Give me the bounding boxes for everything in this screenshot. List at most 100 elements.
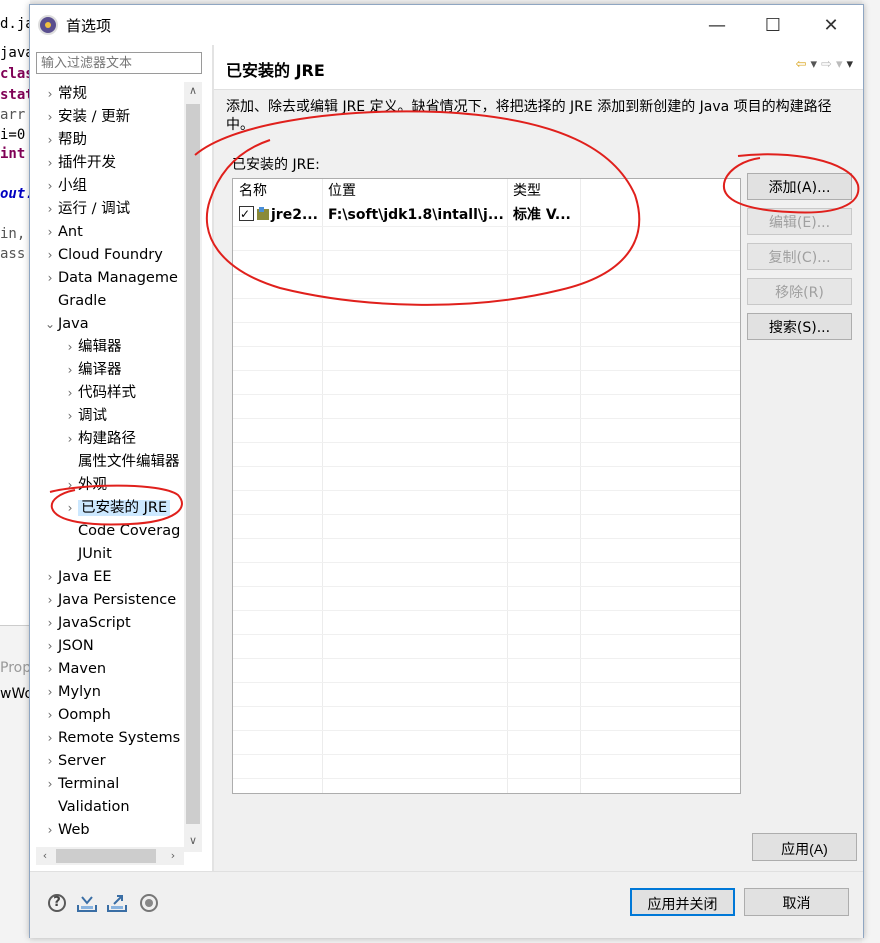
tree-item[interactable]: › 编译器 [62,359,122,382]
tree-item[interactable]: Gradle [42,290,106,313]
tree-item[interactable]: › 外观 [62,474,107,497]
tree-item[interactable]: › JavaScript [42,612,131,635]
chevron-right-icon[interactable]: › [42,267,58,290]
chevron-right-icon[interactable]: › [42,244,58,267]
tree-item[interactable]: › 常规 [42,83,87,106]
tree-item[interactable]: › 小组 [42,175,87,198]
forward-arrow-icon[interactable]: ⇨ [821,57,832,72]
tree-item[interactable]: › Server [42,750,106,773]
tree-item[interactable]: › Mylyn [42,681,101,704]
tree-item[interactable]: › 调试 [62,405,107,428]
scroll-thumb[interactable] [186,104,200,824]
jre-table[interactable]: 名称 位置 类型 jre2... F:\soft\jdk1.8\intall\j… [232,178,741,794]
maximize-button[interactable]: ☐ [750,5,796,45]
chevron-right-icon[interactable]: › [42,566,58,589]
chevron-right-icon[interactable]: › [42,106,58,129]
copy-button[interactable]: 复制(C)... [747,243,852,270]
chevron-down-icon[interactable]: ⌄ [42,313,58,336]
tree-item[interactable]: › 已安装的 JRE [62,497,171,520]
tree-item[interactable]: › JSON [42,635,94,658]
tree-item[interactable]: 属性文件编辑器 [62,451,180,474]
search-button[interactable]: 搜索(S)... [747,313,852,340]
table-row-line [233,299,740,323]
column-header-location[interactable]: 位置 [322,179,507,203]
chevron-right-icon[interactable]: › [42,658,58,681]
chevron-right-icon[interactable]: › [42,727,58,750]
tree-item[interactable]: › 插件开发 [42,152,116,175]
jre-location[interactable]: F:\soft\jdk1.8\intall\j... [322,203,507,227]
chevron-right-icon[interactable]: › [62,382,78,405]
chevron-right-icon[interactable]: › [42,221,58,244]
apply-button[interactable]: 应用(A) [752,833,857,861]
apply-and-close-button[interactable]: 应用并关闭 [630,888,735,916]
tree-item[interactable]: › Java EE [42,566,112,589]
chevron-right-icon[interactable]: › [42,681,58,704]
back-menu-icon[interactable]: ▾ [811,57,818,72]
scroll-up-icon[interactable]: ∧ [184,82,202,100]
forward-menu-icon[interactable]: ▾ [836,57,843,72]
tree-item[interactable]: › Java Persistence [42,589,177,612]
tree-item[interactable]: › Oomph [42,704,111,727]
tree-item[interactable]: › Terminal [42,773,120,796]
filter-input[interactable] [36,52,202,74]
chevron-right-icon[interactable]: › [42,750,58,773]
tree-item[interactable]: Validation [42,796,130,819]
chevron-right-icon[interactable]: › [42,819,58,842]
edit-button[interactable]: 编辑(E)... [747,208,852,235]
chevron-right-icon[interactable]: › [42,635,58,658]
chevron-right-icon[interactable]: › [42,612,58,635]
chevron-right-icon[interactable]: › [42,175,58,198]
chevron-right-icon[interactable]: › [62,359,78,382]
scroll-down-icon[interactable]: ∨ [184,832,202,850]
column-header-name[interactable]: 名称 [233,179,322,203]
tree-item[interactable]: › 构建路径 [62,428,136,451]
export-icon[interactable] [106,892,128,914]
scroll-left-icon[interactable]: ‹ [36,847,54,865]
cancel-button[interactable]: 取消 [744,888,849,916]
import-icon[interactable] [76,892,98,914]
table-row[interactable]: jre2... [233,203,322,227]
tree-item[interactable]: › 编辑器 [62,336,122,359]
chevron-right-icon[interactable]: › [42,704,58,727]
hscroll-thumb[interactable] [56,849,156,863]
minimize-button[interactable]: — [694,5,740,45]
jre-checkbox[interactable] [239,203,254,226]
tree-item[interactable]: › Ant [42,221,83,244]
tree-item[interactable]: › Data Manageme [42,267,178,290]
tree-item[interactable]: › 帮助 [42,129,87,152]
tree-item[interactable]: › Web [42,819,90,842]
tree-item[interactable]: ⌄ Java [42,313,89,336]
tree-item[interactable]: › Maven [42,658,107,681]
chevron-right-icon[interactable]: › [62,474,78,497]
chevron-right-icon[interactable]: › [42,773,58,796]
tree-item[interactable]: › 代码样式 [62,382,136,405]
dialog-footer: ? 应用并关闭 取消 [30,871,863,938]
chevron-right-icon[interactable]: › [42,83,58,106]
close-button[interactable]: ✕ [808,5,854,45]
tree-item[interactable]: Code Coverag [62,520,180,543]
chevron-right-icon[interactable]: › [42,152,58,175]
view-menu-icon[interactable]: ▾ [846,57,853,72]
tree-horizontal-scrollbar[interactable]: ‹ › [36,847,184,865]
tree-item[interactable]: › Remote Systems [42,727,181,750]
remove-button[interactable]: 移除(R) [747,278,852,305]
chevron-right-icon[interactable]: › [42,129,58,152]
tree-item[interactable]: › Cloud Foundry [42,244,163,267]
add-button[interactable]: 添加(A)... [747,173,852,200]
record-icon[interactable] [138,892,160,914]
chevron-right-icon[interactable]: › [62,336,78,359]
chevron-right-icon[interactable]: › [42,589,58,612]
chevron-right-icon[interactable]: › [62,497,78,520]
help-icon[interactable]: ? [46,892,68,914]
chevron-right-icon[interactable]: › [42,198,58,221]
chevron-right-icon[interactable]: › [62,405,78,428]
jre-type[interactable]: 标准 V... [507,203,580,227]
tree-item[interactable]: › 运行 / 调试 [42,198,131,221]
column-header-type[interactable]: 类型 [507,179,580,203]
tree-item[interactable]: › 安装 / 更新 [42,106,131,129]
tree-vertical-scrollbar[interactable]: ∧ ∨ [184,82,202,852]
chevron-right-icon[interactable]: › [62,428,78,451]
scroll-right-icon[interactable]: › [164,847,182,865]
tree-item[interactable]: JUnit [62,543,112,566]
back-arrow-icon[interactable]: ⇦ [796,57,807,72]
